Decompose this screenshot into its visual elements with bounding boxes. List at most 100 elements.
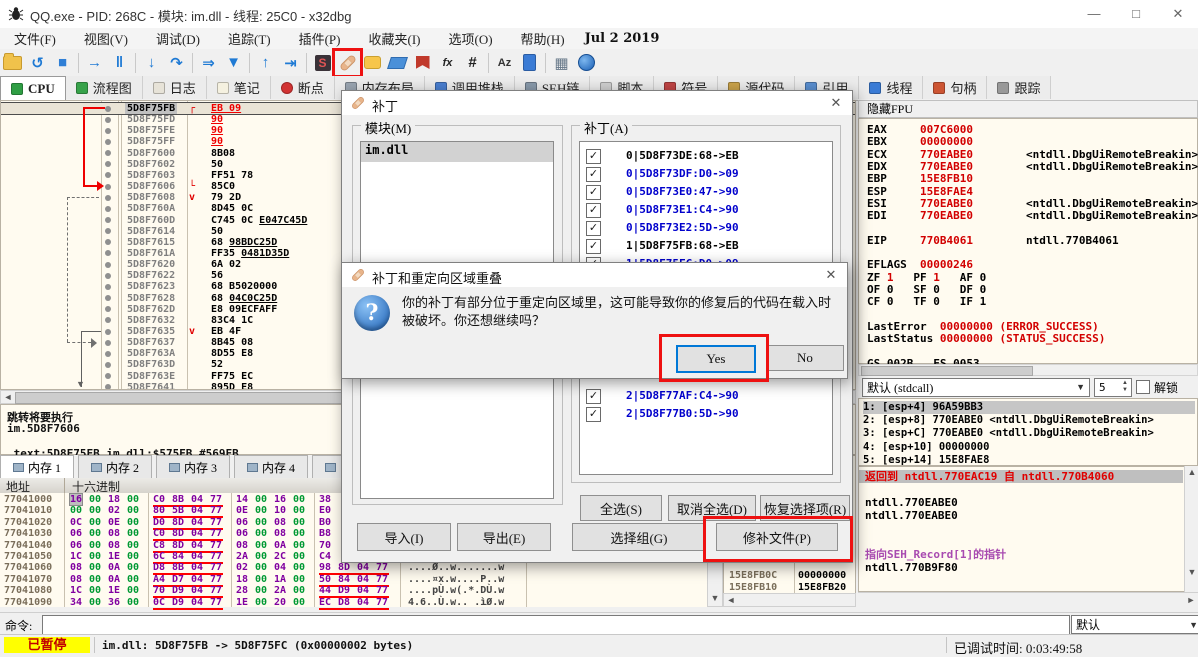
- spinner-arrows[interactable]: ▲▼: [1119, 380, 1131, 394]
- patch-checkbox[interactable]: ✓: [586, 239, 601, 254]
- patch-list-item[interactable]: ✓0|5D8F73E0:47->90: [580, 184, 832, 201]
- breakpoint-dot[interactable]: [105, 295, 111, 301]
- memory-tab-3[interactable]: 内存 3: [156, 455, 230, 478]
- patch-checkbox[interactable]: ✓: [586, 407, 601, 422]
- unlock-checkbox[interactable]: [1136, 380, 1150, 394]
- patch-checkbox[interactable]: ✓: [586, 389, 601, 404]
- memory-tab-4[interactable]: 内存 4: [234, 455, 308, 478]
- breakpoint-dot[interactable]: [105, 195, 111, 201]
- register-line[interactable]: CF 0 TF 0 IF 1: [867, 296, 986, 308]
- tab-notes[interactable]: 笔记: [207, 76, 271, 99]
- menu-item-2[interactable]: 调试(D): [142, 29, 214, 48]
- tab-log[interactable]: 日志: [143, 76, 207, 99]
- overlap-dialog-close-icon[interactable]: ✕: [815, 263, 847, 287]
- restart-icon[interactable]: ↺: [25, 51, 50, 75]
- argument-row[interactable]: 3: [esp+C] 770EABE0 <ntdll.DbgUiRemoteBr…: [863, 427, 1195, 440]
- breakpoint-dot[interactable]: [105, 306, 111, 312]
- breakpoint-dot[interactable]: [105, 329, 111, 335]
- patch-list-item[interactable]: ✓1|5D8F75FB:68->EB: [580, 238, 832, 255]
- registers-h-scrollbar[interactable]: [858, 364, 1198, 376]
- register-line[interactable]: ECX 770EABE0 <ntdll.DbgUiRemoteBreakin>: [867, 149, 1198, 161]
- register-line[interactable]: LastStatus 00000000 (STATUS_SUCCESS): [867, 333, 1105, 345]
- stack-info-line[interactable]: ntdll.770EABE0: [865, 509, 1181, 522]
- tab-trace[interactable]: 跟踪: [987, 76, 1051, 99]
- scroll-down-arrow[interactable]: ▼: [1185, 566, 1198, 578]
- patch-icon[interactable]: [335, 51, 360, 75]
- breakpoint-dot[interactable]: [105, 161, 111, 167]
- register-line[interactable]: EAX 007C6000: [867, 124, 973, 136]
- patch-dialog-titlebar[interactable]: 补丁 ✕: [342, 91, 852, 115]
- breakpoint-dot[interactable]: [105, 351, 111, 357]
- stack-h-scrollbar[interactable]: ◄: [723, 593, 856, 607]
- patch-checkbox[interactable]: ✓: [586, 167, 601, 182]
- bookmarks-icon[interactable]: [410, 51, 435, 75]
- breakpoint-dot[interactable]: [105, 217, 111, 223]
- stack-info-line[interactable]: ntdll.770B9F80: [865, 561, 1181, 574]
- menu-item-5[interactable]: 收藏夹(I): [354, 29, 434, 48]
- breakpoint-dot[interactable]: [105, 128, 111, 134]
- module-list-item[interactable]: im.dll: [361, 142, 553, 162]
- scroll-left-arrow[interactable]: ◄: [1, 391, 15, 403]
- breakpoint-dot[interactable]: [105, 284, 111, 290]
- breakpoint-dot[interactable]: [105, 239, 111, 245]
- breakpoint-dot[interactable]: [105, 206, 111, 212]
- command-input[interactable]: [42, 615, 1070, 635]
- memory-row[interactable]: 7704106008000A00D88B047702000400988D0477…: [0, 562, 707, 573]
- registers-panel[interactable]: EAX 007C6000EBX 00000000ECX 770EABE0 <nt…: [858, 118, 1198, 364]
- patch-list-item[interactable]: ✓0|5D8F73E2:5D->90: [580, 220, 832, 237]
- scroll-up-arrow[interactable]: ▲: [1185, 466, 1198, 478]
- register-line[interactable]: LastError 00000000 (ERROR_SUCCESS): [867, 321, 1099, 333]
- menu-item-6[interactable]: 选项(O): [434, 29, 506, 48]
- open-file-icon[interactable]: [0, 51, 25, 75]
- patch-list-item[interactable]: ✓2|5D8F77B0:5D->90: [580, 406, 832, 423]
- memory-row[interactable]: 770410801C001E0070D9047728002A0044D90477…: [0, 585, 707, 596]
- memory-row[interactable]: 77041090340036000CD904771E002000ECD80477…: [0, 597, 707, 608]
- memory-tab-1[interactable]: 内存 1: [0, 455, 74, 478]
- scroll-thumb[interactable]: [861, 366, 1033, 376]
- breakpoint-dot[interactable]: [105, 150, 111, 156]
- stack-info-line[interactable]: ntdll.770EABE0: [865, 496, 1181, 509]
- stack-info-h-scrollbar[interactable]: ►: [858, 592, 1198, 607]
- arguments-panel[interactable]: 1: [esp+4] 96A59BB32: [esp+8] 770EABE0 <…: [858, 398, 1198, 466]
- run-icon[interactable]: →: [82, 51, 107, 75]
- help-globe-icon[interactable]: [574, 51, 599, 75]
- breakpoint-dot[interactable]: [105, 250, 111, 256]
- menu-item-3[interactable]: 追踪(T): [214, 29, 285, 48]
- breakpoint-dot[interactable]: [105, 317, 111, 323]
- memory-row[interactable]: 7704107008000A00A4D7047718001A0050840477…: [0, 574, 707, 585]
- tab-cpu[interactable]: CPU: [0, 76, 66, 101]
- run-to-user-code-icon[interactable]: ⇥: [278, 51, 303, 75]
- tab-threads[interactable]: 线程: [859, 76, 923, 99]
- breakpoint-dot[interactable]: [105, 273, 111, 279]
- patch-checkbox[interactable]: ✓: [586, 149, 601, 164]
- scroll-down-arrow[interactable]: ▼: [708, 592, 722, 604]
- register-line[interactable]: EBX 00000000: [867, 136, 973, 148]
- patch-checkbox[interactable]: ✓: [586, 221, 601, 236]
- select-all-button[interactable]: 全选(S): [580, 495, 662, 521]
- stack-info-panel[interactable]: 返回到 ntdll.770EAC19 自 ntdll.770B4060 ntdll…: [858, 466, 1198, 592]
- comments-icon[interactable]: [360, 51, 385, 75]
- memory-tab-2[interactable]: 内存 2: [78, 455, 152, 478]
- convention-select[interactable]: 默认 (stdcall)▼: [862, 378, 1090, 397]
- functions-icon[interactable]: fx: [435, 51, 460, 75]
- breakpoint-dot[interactable]: [105, 172, 111, 178]
- patch-checkbox[interactable]: ✓: [586, 203, 601, 218]
- menu-item-4[interactable]: 插件(P): [285, 29, 355, 48]
- scroll-left-arrow[interactable]: ◄: [724, 594, 738, 606]
- overlap-dialog-titlebar[interactable]: 补丁和重定向区域重叠 ✕: [342, 263, 847, 287]
- stack-row[interactable]: 15E8FB0C00000000: [724, 570, 855, 582]
- patch-list-item[interactable]: ✓2|5D8F77AF:C4->90: [580, 388, 832, 405]
- breakpoint-dot[interactable]: [105, 228, 111, 234]
- stack-info-v-scrollbar[interactable]: ▲ ▼: [1184, 466, 1198, 592]
- argument-row[interactable]: 4: [esp+10] 00000000: [863, 441, 1195, 454]
- breakpoint-dot[interactable]: [105, 106, 111, 112]
- register-line[interactable]: EIP 770B4061 ntdll.770B4061: [867, 235, 1119, 247]
- step-over-icon[interactable]: ↷: [164, 51, 189, 75]
- patch-dialog-close-icon[interactable]: ✕: [820, 91, 852, 115]
- stack-info-line[interactable]: 返回到 ntdll.770EAC19 自 ntdll.770B4060: [859, 470, 1183, 483]
- labels-icon[interactable]: [385, 51, 410, 75]
- step-out-icon[interactable]: ▼: [221, 51, 246, 75]
- breakpoint-dot[interactable]: [105, 139, 111, 145]
- breakpoint-dot[interactable]: [105, 340, 111, 346]
- register-line[interactable]: EDI 770EABE0 <ntdll.DbgUiRemoteBreakin>: [867, 210, 1198, 222]
